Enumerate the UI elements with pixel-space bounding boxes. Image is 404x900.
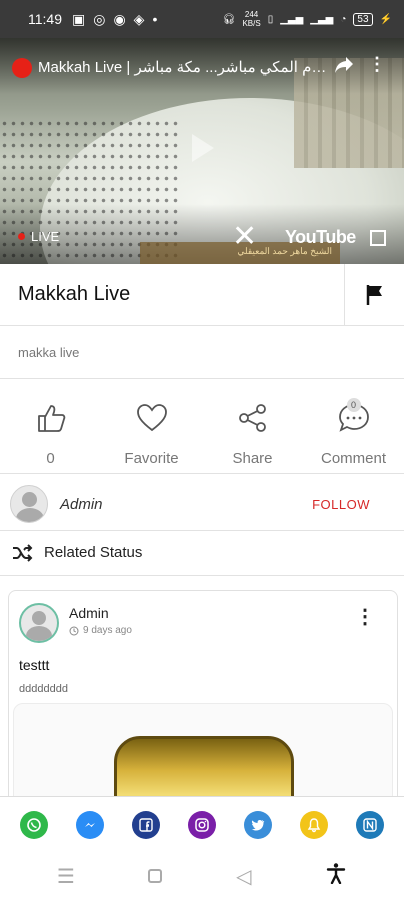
twitter-icon[interactable]: [244, 810, 272, 839]
headphones-icon: 🎧︎: [222, 13, 236, 25]
comment-icon: 0: [337, 398, 371, 438]
other-share-icon[interactable]: [356, 810, 384, 839]
youtube-logo[interactable]: YouTube: [285, 227, 356, 248]
share-button[interactable]: Share: [202, 398, 303, 470]
video-more-icon[interactable]: ⋮: [368, 54, 386, 75]
share-label: Share: [232, 450, 273, 467]
author-avatar[interactable]: [10, 485, 48, 523]
flag-icon: [366, 284, 382, 305]
like-count: 0: [46, 450, 55, 467]
fullscreen-icon[interactable]: [370, 230, 386, 246]
status-bar: 11:49 ▣ ◎ ◉ ◈ • 🎧︎ 244 KB/S ▯ ▁▃▅ ▁▃▅ ◔ …: [0, 0, 404, 38]
video-title[interactable]: Makkah Live | بث مباشر | الحرم المكي مبا…: [38, 58, 328, 76]
play-icon[interactable]: [192, 134, 214, 162]
network-speed-unit: KB/S: [242, 19, 261, 28]
live-dot-icon: [18, 233, 25, 240]
action-row: 0 Favorite Share 0 Comment: [0, 398, 404, 470]
accessibility-icon[interactable]: [325, 862, 347, 890]
shuffle-icon: [13, 543, 33, 562]
status-system-icons: 🎧︎ 244 KB/S ▯ ▁▃▅ ▁▃▅ ◔ 53 ⚡: [223, 10, 392, 28]
post-title-row: Makkah Live: [0, 263, 404, 326]
home-icon[interactable]: [148, 869, 163, 883]
card-author-name[interactable]: Admin: [69, 605, 109, 621]
chrome-notification-icon: ◉: [113, 10, 126, 27]
game-notification-icon: ◈: [133, 10, 145, 27]
share-bar: [0, 796, 404, 852]
live-label: LIVE: [31, 229, 60, 244]
network-speed: 244 KB/S: [242, 10, 260, 28]
related-status-label: Related Status: [44, 544, 143, 561]
card-more-icon[interactable]: ⋮: [355, 607, 375, 627]
related-status-header: Related Status: [0, 530, 404, 576]
recent-apps-icon[interactable]: ☰: [57, 864, 75, 889]
card-body: dddddddd: [19, 683, 68, 695]
more-notifications-icon: •: [152, 11, 158, 27]
app-notification-icon: ▣: [72, 10, 86, 27]
divider: [0, 378, 404, 379]
clock-icon: [69, 626, 79, 635]
signal-icon-1: ▁▃▅: [280, 13, 304, 25]
signal-icon-2: ▁▃▅: [310, 13, 334, 25]
related-status-card[interactable]: Admin 9 days ago ⋮ testtt dddddddd: [8, 590, 398, 830]
video-share-icon[interactable]: [334, 56, 354, 79]
comment-label: Comment: [320, 450, 387, 467]
instagram-icon[interactable]: [188, 810, 216, 839]
status-notification-icons: ▣ ◎ ◉ ◈ •: [72, 11, 157, 28]
close-icon[interactable]: ✕: [232, 222, 257, 252]
facebook-icon[interactable]: [132, 810, 160, 839]
comment-button[interactable]: 0 Comment: [303, 398, 404, 470]
thumbs-up-icon: [35, 398, 67, 438]
back-icon[interactable]: ◁: [236, 864, 251, 889]
battery-indicator: 53: [353, 12, 373, 26]
post-description: makka live: [18, 345, 80, 360]
whatsapp-notification-icon: ◎: [93, 10, 106, 27]
live-badge: LIVE: [18, 229, 59, 244]
charging-icon: ⚡: [379, 13, 392, 25]
like-button[interactable]: 0: [0, 398, 101, 470]
card-title: testtt: [19, 657, 50, 673]
author-row: Admin FOLLOW: [0, 478, 404, 530]
heart-icon: [136, 398, 168, 438]
video-player[interactable]: الشيخ ماهر حمد المعيقلي Makkah Live | بث…: [0, 38, 404, 264]
youtube-channel-icon[interactable]: [12, 58, 32, 78]
author-name[interactable]: Admin: [60, 496, 103, 513]
vibrate-icon: ▯: [267, 13, 274, 25]
network-speed-value: 244: [244, 10, 259, 19]
favorite-label: Favorite: [124, 450, 179, 467]
system-nav-bar: ☰ ◁: [0, 852, 404, 900]
wifi-icon: ◔: [340, 13, 347, 25]
card-time-text: 9 days ago: [83, 625, 132, 636]
report-button[interactable]: [344, 263, 404, 326]
divider: [0, 473, 404, 474]
whatsapp-icon[interactable]: [20, 810, 48, 839]
card-author-avatar[interactable]: [19, 603, 59, 643]
share-icon: [238, 398, 268, 438]
favorite-button[interactable]: Favorite: [101, 398, 202, 470]
comment-count-badge: 0: [346, 398, 361, 412]
card-timestamp: 9 days ago: [69, 625, 132, 636]
status-time: 11:49: [28, 11, 62, 27]
post-title: Makkah Live: [18, 283, 131, 305]
follow-button[interactable]: FOLLOW: [312, 497, 370, 512]
messenger-icon[interactable]: [76, 810, 104, 839]
notification-icon[interactable]: [300, 810, 328, 839]
